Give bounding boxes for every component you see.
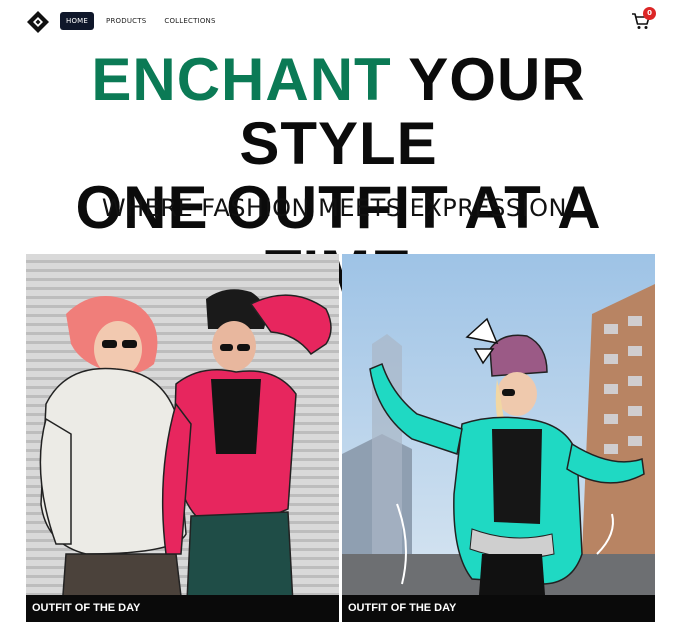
outfit-card-1[interactable]: OUTFIT OF THE DAY [26, 254, 339, 622]
nav-link-products[interactable]: PRODUCTS [100, 12, 152, 30]
nav-links: HOME PRODUCTS COLLECTIONS [60, 12, 222, 30]
card-caption: OUTFIT OF THE DAY [342, 595, 655, 622]
card-caption: OUTFIT OF THE DAY [26, 595, 339, 622]
hero-subtitle: WHERE FASHION MEETS EXPRESSION. [101, 194, 576, 222]
cart-count-badge: 0 [643, 7, 656, 20]
outfit-photo-1 [26, 254, 339, 622]
outfit-card-2[interactable]: OUTFIT OF THE DAY [342, 254, 655, 622]
diamond-logo-icon[interactable] [27, 11, 49, 33]
nav-link-collections[interactable]: COLLECTIONS [158, 12, 221, 30]
outfit-photo-2 [342, 254, 655, 622]
nav-link-home[interactable]: HOME [60, 12, 95, 30]
hero-accent-word: ENCHANT [91, 46, 392, 113]
top-navbar: HOME PRODUCTS COLLECTIONS 0 [0, 0, 677, 40]
